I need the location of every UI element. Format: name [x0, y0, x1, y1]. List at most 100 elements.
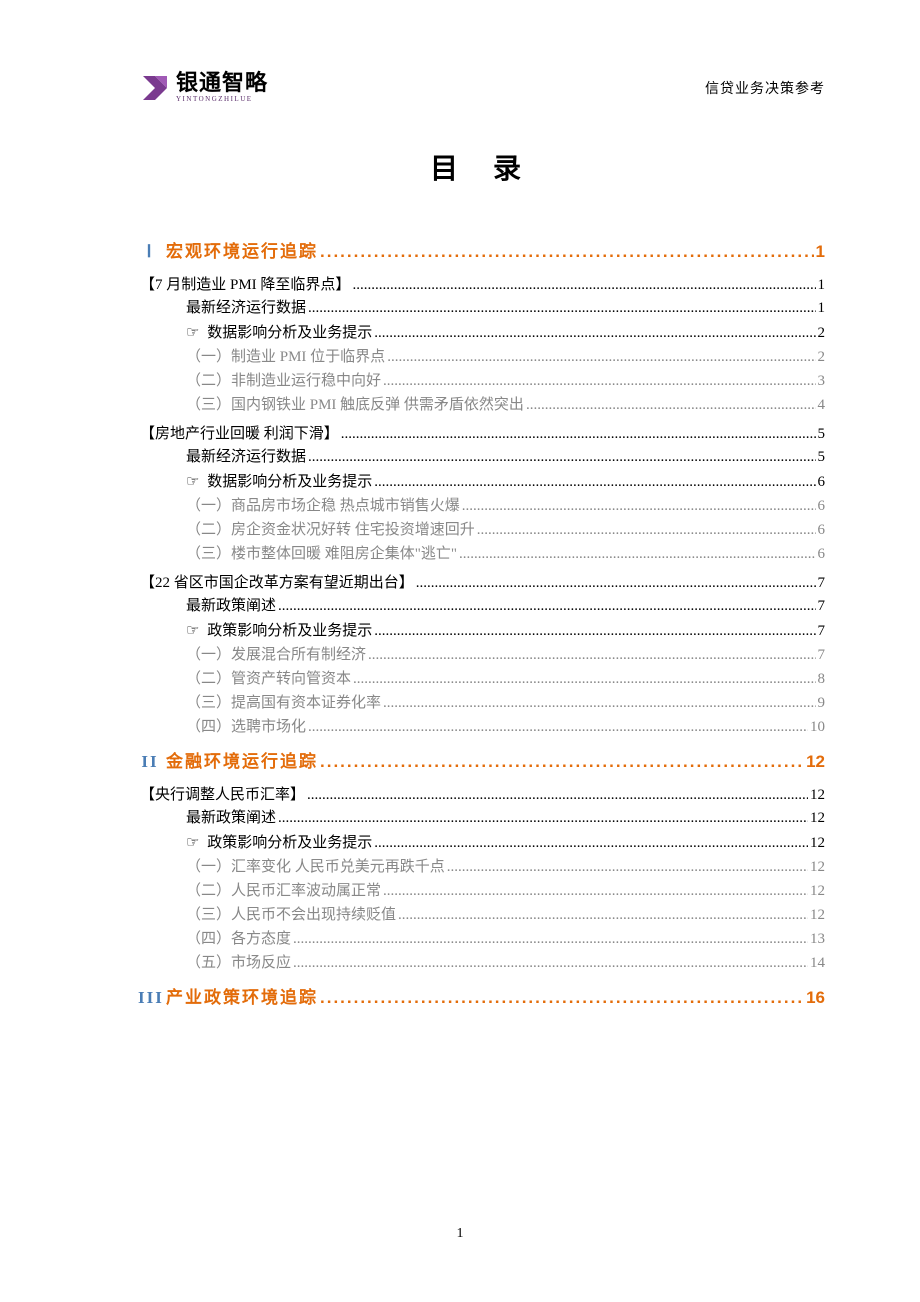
toc-leader: [308, 720, 808, 735]
toc-leader: [278, 811, 808, 826]
toc-entry: Ⅰ宏观环境运行追踪 1: [140, 243, 825, 260]
toc-page: 7: [818, 576, 826, 591]
toc-entry: （二）人民币汇率波动属正常12: [186, 884, 825, 899]
toc-leader: [352, 278, 815, 293]
toc-entry: 【房地产行业回暖 利润下滑】5: [140, 427, 825, 442]
toc-label: ☞ 数据影响分析及业务提示: [186, 325, 372, 341]
toc-page: 14: [810, 956, 825, 971]
toc-leader: [320, 989, 804, 1006]
toc-leader: [278, 599, 815, 614]
page-number: 1: [0, 1226, 920, 1242]
logo-text-cn: 银通智略: [176, 72, 268, 94]
pointer-icon: ☞: [186, 622, 199, 639]
toc-page: 1: [816, 243, 825, 260]
toc-label: 产业政策环境追踪: [166, 989, 318, 1006]
toc-label: （三）楼市整体回暖 难阻房企集体"逃亡": [186, 547, 457, 562]
toc-label: （三）提高国有资本证券化率: [186, 696, 381, 711]
toc-leader: [383, 374, 815, 389]
pointer-icon: ☞: [186, 324, 199, 341]
toc-leader: [307, 788, 808, 803]
toc-label: 【22 省区市国企改革方案有望近期出台】: [140, 576, 414, 591]
toc-leader: [416, 576, 816, 591]
toc-page: 6: [818, 499, 826, 514]
toc-label: （一）商品房市场企稳 热点城市销售火爆: [186, 499, 460, 514]
logo-icon: [140, 74, 170, 102]
toc-page: 8: [818, 672, 826, 687]
toc-section-number: II: [138, 753, 162, 770]
toc-entry: ☞ 政策影响分析及业务提示12: [186, 835, 825, 851]
toc-page: 6: [818, 523, 826, 538]
toc-label: （三）人民币不会出现持续贬值: [186, 908, 396, 923]
toc-leader: [308, 301, 815, 316]
toc-entry: （二）非制造业运行稳中向好3: [186, 374, 825, 389]
toc-entry: III产业政策环境追踪 16: [140, 989, 825, 1006]
toc-entry: （五）市场反应 14: [186, 956, 825, 971]
toc-leader: [459, 547, 816, 562]
toc-label: 最新经济运行数据: [186, 450, 306, 465]
toc-page: 6: [818, 475, 826, 490]
toc-page: 12: [810, 811, 825, 826]
toc-label: ☞ 数据影响分析及业务提示: [186, 474, 372, 490]
toc-entry: （三）国内钢铁业 PMI 触底反弹 供需矛盾依然突出 4: [186, 398, 825, 413]
toc-leader: [293, 956, 808, 971]
toc-entry: （一）汇率变化 人民币兑美元再跌千点12: [186, 860, 825, 875]
toc-leader: [447, 860, 808, 875]
toc-leader: [374, 624, 815, 639]
toc-leader: [398, 908, 808, 923]
toc-entry: （四）选聘市场化10: [186, 720, 825, 735]
toc-page: 6: [818, 547, 826, 562]
toc-leader: [374, 836, 808, 851]
toc-page: 5: [818, 427, 826, 442]
toc-entry: ☞ 数据影响分析及业务提示 6: [186, 474, 825, 490]
toc-page: 12: [810, 788, 825, 803]
toc-entry: 【7 月制造业 PMI 降至临界点】1: [140, 278, 825, 293]
toc-label: 宏观环境运行追踪: [166, 243, 318, 260]
toc-entry: （一）发展混合所有制经济 7: [186, 648, 825, 663]
toc-leader: [320, 243, 814, 260]
toc-page: 5: [818, 450, 826, 465]
pointer-icon: ☞: [186, 834, 199, 851]
toc-label: ☞ 政策影响分析及业务提示: [186, 623, 372, 639]
toc-entry: （一）商品房市场企稳 热点城市销售火爆 6: [186, 499, 825, 514]
toc-entry: II金融环境运行追踪12: [140, 753, 825, 770]
toc-label: （五）市场反应: [186, 956, 291, 971]
toc-section-number: Ⅰ: [138, 243, 162, 260]
toc-page: 12: [810, 908, 825, 923]
toc-entry: （二）房企资金状况好转 住宅投资增速回升 6: [186, 523, 825, 538]
toc-label: （二）房企资金状况好转 住宅投资增速回升: [186, 523, 475, 538]
page-title: 目 录: [140, 147, 825, 187]
toc-leader: [477, 523, 816, 538]
toc-page: 1: [818, 301, 826, 316]
toc-label: 最新政策阐述: [186, 599, 276, 614]
toc-entry: 最新政策阐述7: [186, 599, 825, 614]
toc-label: （四）各方态度: [186, 932, 291, 947]
logo-text-en: YINTONGZHILUE: [176, 96, 268, 103]
toc-entry: （一）制造业 PMI 位于临界点 2: [186, 350, 825, 365]
pointer-icon: ☞: [186, 473, 199, 490]
toc-leader: [368, 648, 815, 663]
toc-page: 12: [810, 836, 825, 851]
toc-page: 12: [806, 753, 825, 770]
toc-page: 4: [818, 398, 826, 413]
toc-entry: 最新经济运行数据 5: [186, 450, 825, 465]
toc-leader: [320, 753, 804, 770]
toc-page: 7: [818, 648, 826, 663]
toc-page: 2: [818, 350, 826, 365]
toc-entry: （三）提高国有资本证券化率 9: [186, 696, 825, 711]
toc-section-number: III: [138, 989, 162, 1006]
toc-label: 最新经济运行数据: [186, 301, 306, 316]
toc-leader: [383, 884, 808, 899]
toc-entry: 【22 省区市国企改革方案有望近期出台】 7: [140, 576, 825, 591]
toc-label: （三）国内钢铁业 PMI 触底反弹 供需矛盾依然突出: [186, 398, 524, 413]
logo: 银通智略 YINTONGZHILUE: [140, 72, 268, 103]
toc-entry: （四）各方态度13: [186, 932, 825, 947]
toc-page: 16: [806, 989, 825, 1006]
toc-label: （一）发展混合所有制经济: [186, 648, 366, 663]
toc-leader: [383, 696, 815, 711]
toc-leader: [387, 350, 815, 365]
toc-label: （一）制造业 PMI 位于临界点: [186, 350, 385, 365]
toc-page: 9: [818, 696, 826, 711]
toc-entry: （三）人民币不会出现持续贬值 12: [186, 908, 825, 923]
toc-label: 最新政策阐述: [186, 811, 276, 826]
toc-page: 1: [818, 278, 826, 293]
